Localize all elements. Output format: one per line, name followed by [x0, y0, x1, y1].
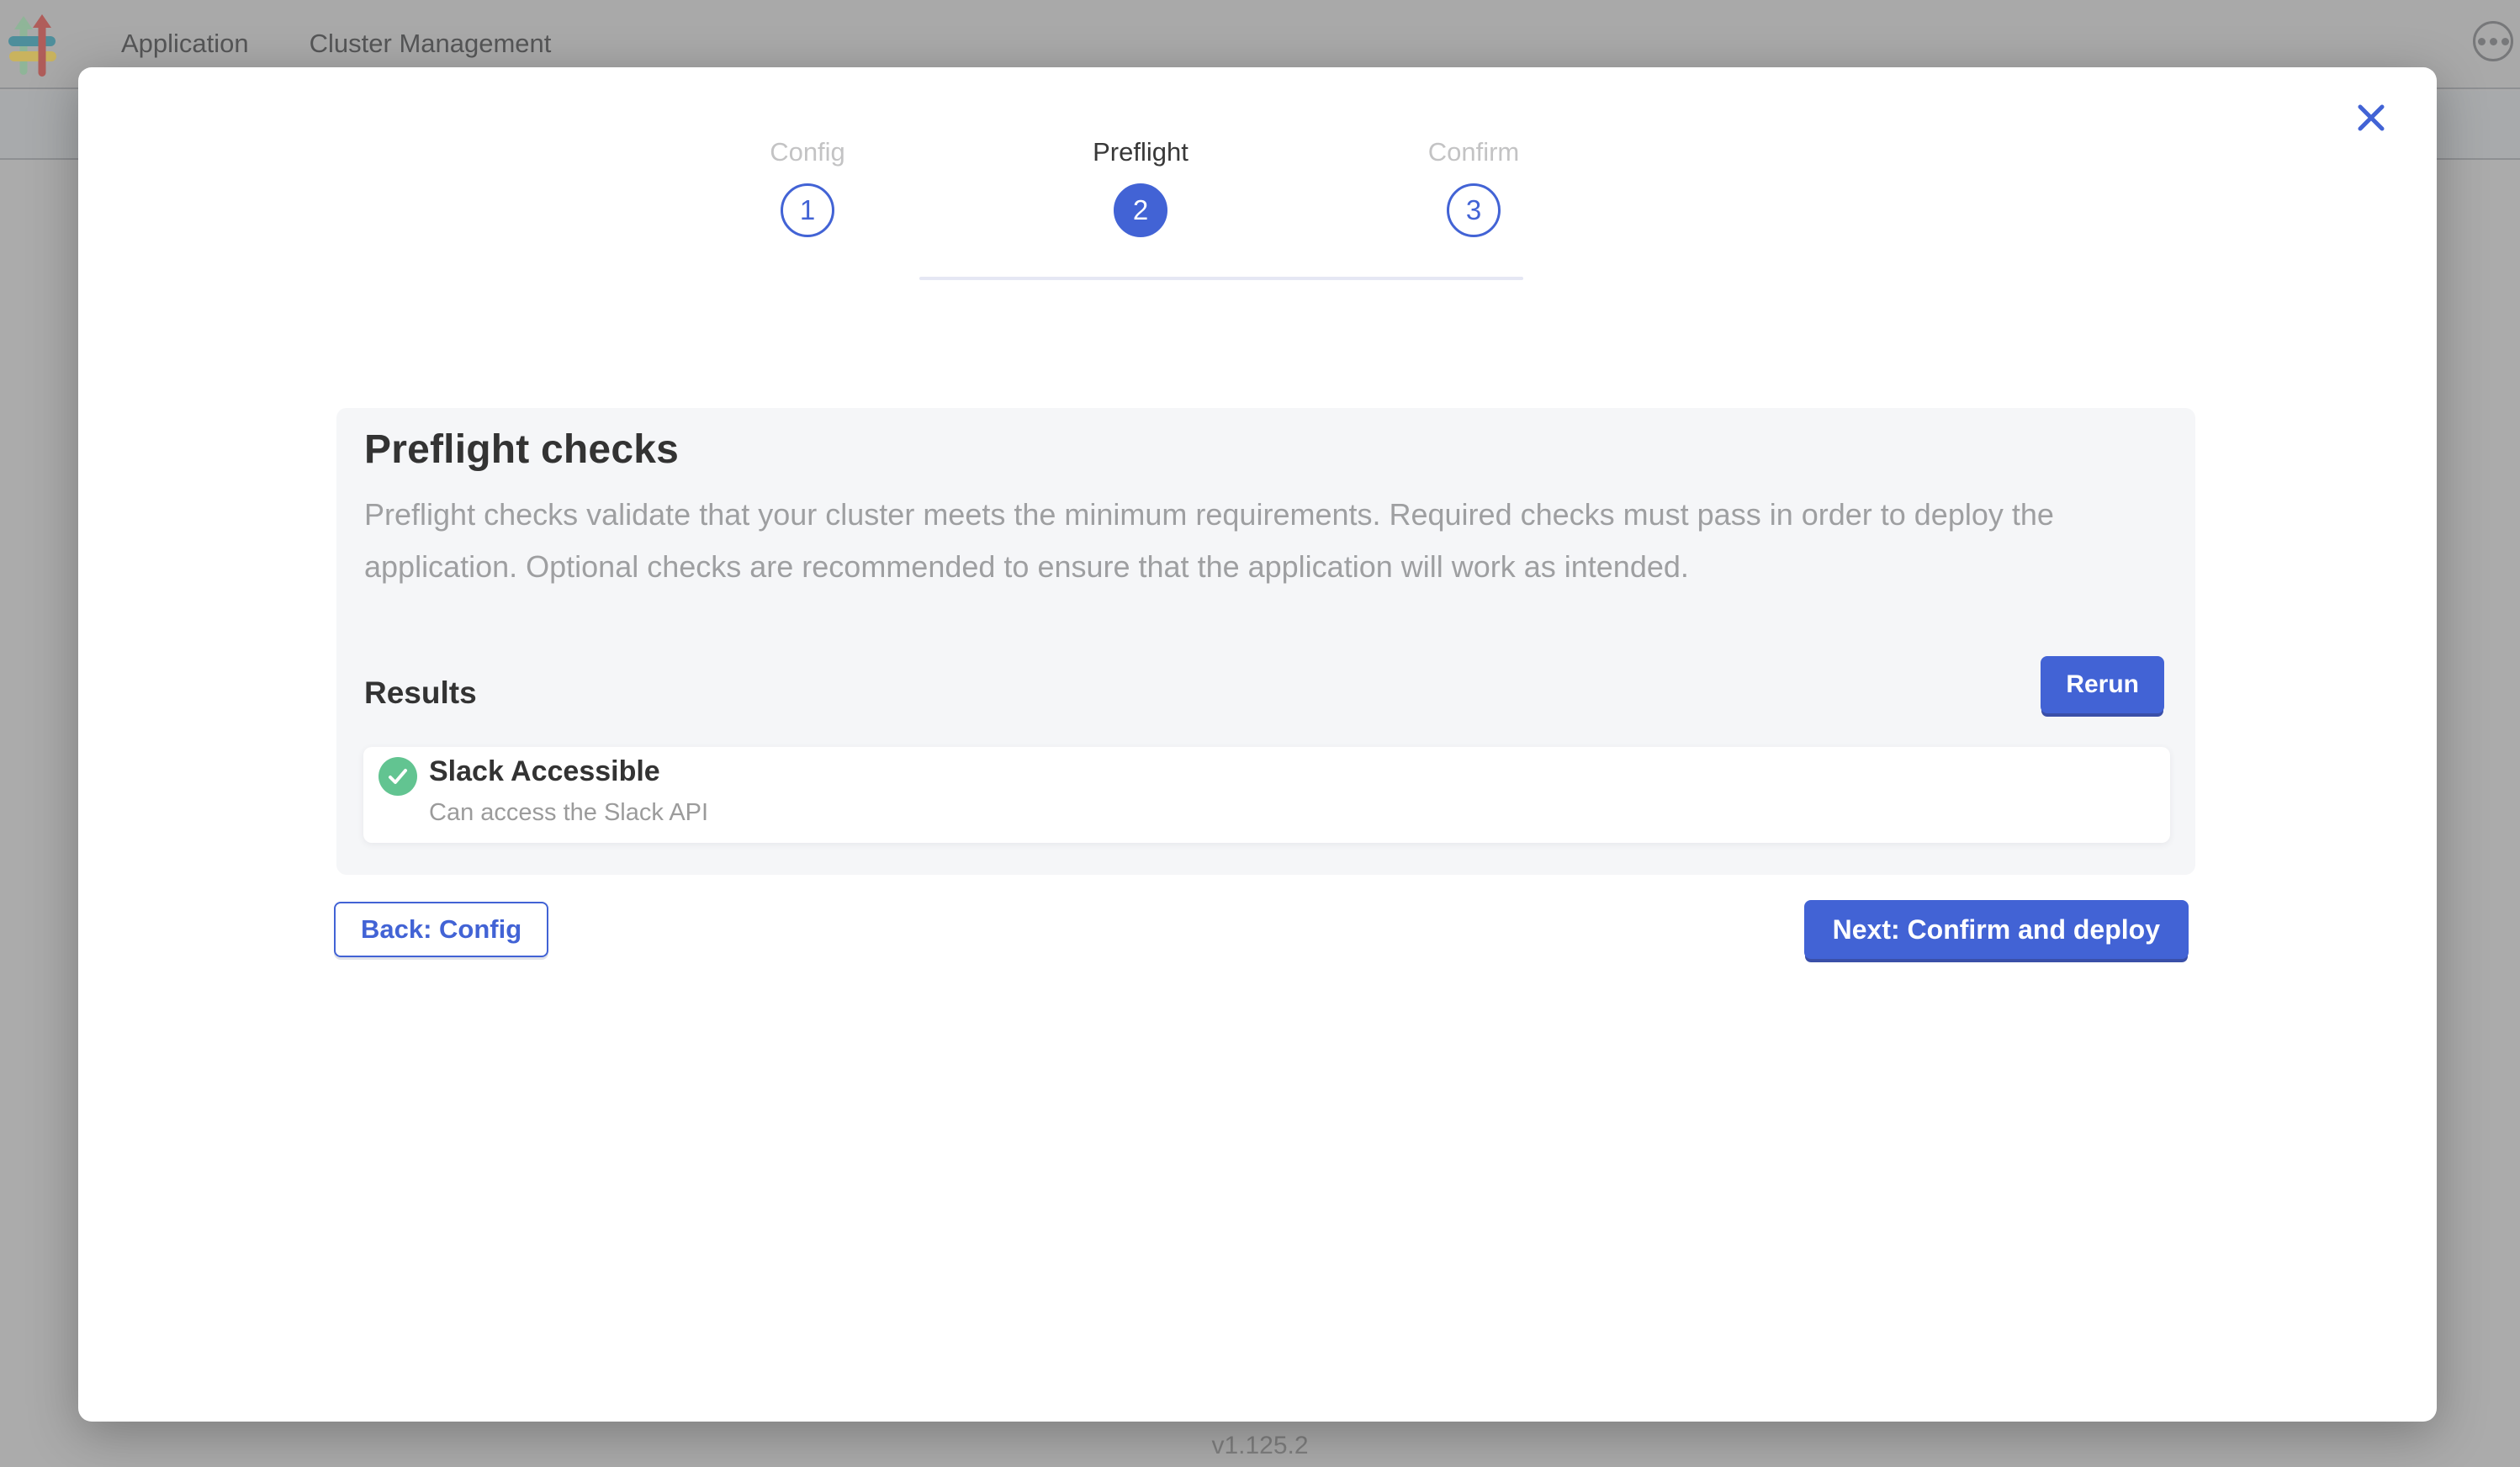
results-heading: Results: [364, 675, 477, 711]
step-config[interactable]: Config 1: [707, 137, 908, 237]
next-confirm-deploy-button[interactable]: Next: Confirm and deploy: [1804, 900, 2189, 959]
step-confirm-label: Confirm: [1373, 137, 1575, 169]
preflight-title: Preflight checks: [364, 426, 679, 473]
nav-tab-application[interactable]: Application: [121, 29, 249, 59]
step-preflight[interactable]: Preflight 2: [1040, 137, 1241, 237]
ellipsis-menu-icon[interactable]: [2473, 21, 2513, 61]
step-config-number[interactable]: 1: [781, 183, 834, 237]
rerun-button[interactable]: Rerun: [2041, 656, 2164, 713]
check-detail: Can access the Slack API: [429, 799, 708, 827]
check-circle-icon: [379, 757, 417, 796]
preflight-description: Preflight checks validate that your clus…: [364, 489, 2114, 593]
preflight-check-row: Slack Accessible Can access the Slack AP…: [363, 747, 2170, 843]
stepper-connector-line: [919, 277, 1523, 280]
back-config-button[interactable]: Back: Config: [334, 902, 548, 957]
preflight-panel: Preflight checks Preflight checks valida…: [336, 408, 2195, 875]
nav-tab-cluster-management[interactable]: Cluster Management: [310, 29, 552, 59]
close-icon[interactable]: [2354, 101, 2388, 135]
app-screen: Application Cluster Management v1.125.2 …: [0, 0, 2520, 1467]
step-preflight-number[interactable]: 2: [1114, 183, 1167, 237]
check-title: Slack Accessible: [429, 755, 660, 788]
step-config-label: Config: [707, 137, 908, 169]
app-version-label: v1.125.2: [0, 1432, 2520, 1460]
step-confirm-number[interactable]: 3: [1447, 183, 1501, 237]
step-confirm[interactable]: Confirm 3: [1373, 137, 1575, 237]
kots-logo-icon: [8, 14, 61, 80]
step-preflight-label: Preflight: [1040, 137, 1241, 169]
deploy-wizard-modal: Config 1 Preflight 2 Confirm 3 Preflight…: [78, 67, 2437, 1422]
